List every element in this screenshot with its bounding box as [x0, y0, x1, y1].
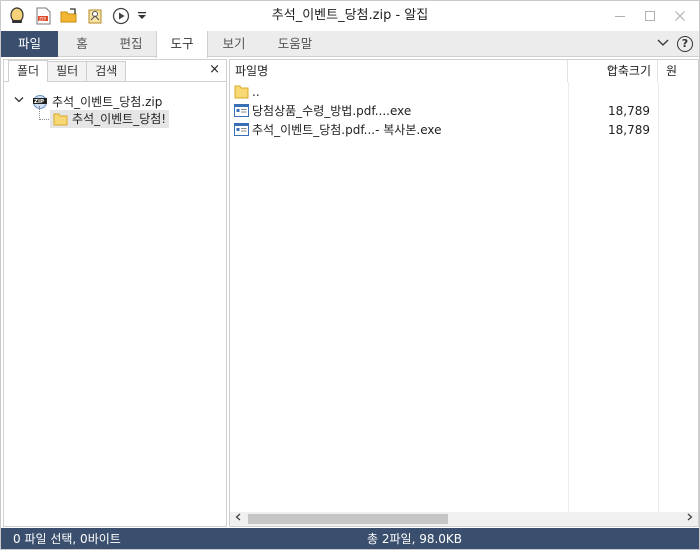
file-size: 18,789 [608, 103, 650, 118]
play-icon[interactable] [111, 6, 131, 26]
list-item[interactable]: 추석_이벤트_당첨.pdf...- 복사본.exe 18,789 [230, 120, 698, 139]
svg-text:ZIP: ZIP [39, 17, 46, 23]
list-item[interactable]: 당첨상품_수령_방법.pdf....exe 18,789 [230, 101, 698, 120]
minimize-icon[interactable] [605, 1, 635, 31]
scroll-left-icon[interactable] [230, 512, 246, 526]
scroll-track[interactable] [246, 512, 682, 526]
tree-connector [39, 106, 49, 120]
file-name: 당첨상품_수령_방법.pdf....exe [252, 104, 412, 118]
column-header-name[interactable]: 파일명 [230, 60, 568, 82]
ribbon-collapse-icon[interactable] [657, 37, 669, 51]
tab-edit[interactable]: 편집 [106, 31, 156, 57]
help-button[interactable]: ? [677, 35, 693, 52]
qat-dropdown-icon[interactable] [137, 6, 147, 26]
folder-panel: 폴더 필터 검색 × ZIP 추석_이벤트_당첨.zip 추석_이벤트_당첨! [3, 59, 227, 527]
panel-close-button[interactable]: × [209, 62, 220, 77]
status-total: 총 2파일, 98.0KB [367, 532, 463, 546]
tree-child[interactable]: 추석_이벤트_당첨! [39, 106, 226, 128]
file-size: 18,789 [608, 122, 650, 137]
file-name: .. [252, 84, 260, 99]
app-logo-icon[interactable] [7, 6, 27, 26]
tab-file[interactable]: 파일 [1, 31, 58, 57]
column-divider [568, 82, 569, 512]
chevron-down-icon[interactable] [14, 96, 26, 107]
file-list: .. 당첨상품_수령_방법.pdf....exe 18,789 추석_이벤트_당… [230, 82, 698, 139]
new-zip-icon[interactable]: ZIP [33, 6, 53, 26]
tab-help[interactable]: 도움말 [260, 31, 330, 57]
folder-icon [53, 112, 68, 126]
extract-icon[interactable] [85, 6, 105, 26]
status-selection: 0 파일 선택, 0바이트 [13, 532, 121, 546]
folder-tree: ZIP 추석_이벤트_당첨.zip 추석_이벤트_당첨! [4, 82, 226, 128]
close-icon[interactable] [665, 1, 695, 31]
tab-view[interactable]: 보기 [208, 31, 260, 57]
scroll-thumb[interactable] [248, 514, 448, 524]
horizontal-scrollbar[interactable] [230, 512, 698, 526]
tree-root-label: 추석_이벤트_당첨.zip [52, 94, 163, 109]
tab-folder[interactable]: 폴더 [8, 60, 49, 82]
folder-panel-tabs: 폴더 필터 검색 × [4, 60, 226, 82]
maximize-icon[interactable] [635, 1, 665, 31]
column-divider [658, 82, 659, 512]
title-bar: ZIP 추석_이벤트_당첨.zip - 알집 [1, 1, 699, 31]
svg-text:ZIP: ZIP [34, 99, 44, 105]
exe-icon [234, 123, 249, 136]
help-label: ? [681, 37, 689, 50]
ribbon-right-controls: ? [657, 31, 699, 56]
tab-filter[interactable]: 필터 [47, 61, 88, 81]
window-controls [605, 1, 695, 31]
tree-child-selected[interactable]: 추석_이벤트_당첨! [50, 110, 170, 128]
status-bar: 0 파일 선택, 0바이트 총 2파일, 98.0KB [1, 528, 699, 549]
file-list-panel: 파일명 압축크기 원 .. 당첨상품_수령_방법.pdf....exe 18,7… [229, 59, 699, 527]
tree-child-label: 추석_이벤트_당첨! [72, 112, 167, 126]
tab-home[interactable]: 홈 [58, 31, 106, 57]
tab-tools[interactable]: 도구 [156, 31, 208, 58]
column-header-more[interactable]: 원 [658, 60, 698, 82]
file-name: 추석_이벤트_당첨.pdf...- 복사본.exe [252, 123, 442, 137]
tab-search[interactable]: 검색 [86, 61, 127, 81]
quick-access-toolbar: ZIP [1, 1, 147, 31]
app-window: ZIP 추석_이벤트_당첨.zip - 알집 파일 홈 편집 도구 보기 도움말… [0, 0, 700, 550]
file-list-header: 파일명 압축크기 원 [230, 60, 698, 82]
scroll-right-icon[interactable] [682, 512, 698, 526]
folder-icon [234, 84, 249, 99]
exe-icon [234, 104, 249, 117]
list-item[interactable]: .. [230, 82, 698, 101]
tree-root[interactable]: ZIP 추석_이벤트_당첨.zip [4, 92, 226, 110]
sort-arrow-icon [608, 60, 616, 73]
ribbon-tabs: 파일 홈 편집 도구 보기 도움말 ? [1, 31, 699, 58]
open-folder-icon[interactable] [59, 6, 79, 26]
